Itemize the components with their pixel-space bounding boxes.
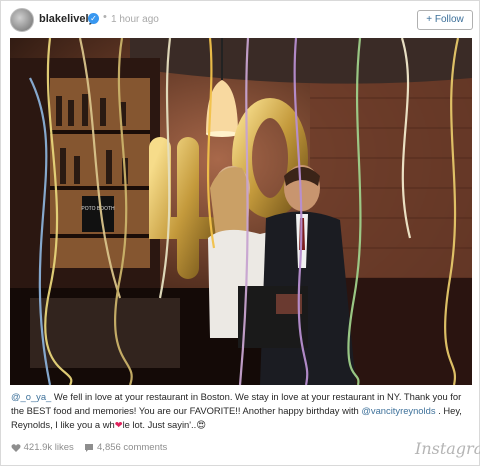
shelf-sign: POTO BOOTH	[81, 206, 115, 212]
heart-eyes-emoji-icon: 😍	[196, 419, 207, 430]
username[interactable]: blakelively	[39, 13, 95, 25]
post-card: blakelively ✓ • 1 hour ago + Follow POTO…	[0, 0, 480, 466]
verified-badge-icon: ✓	[88, 13, 99, 24]
post-caption: @_o_ya_ We fell in love at your restaura…	[11, 390, 473, 432]
mention-link[interactable]: @_o_ya_	[11, 391, 51, 402]
separator-dot: •	[103, 11, 107, 23]
mention-link[interactable]: @vancityreynolds	[361, 405, 435, 416]
follow-button[interactable]: + Follow	[417, 10, 473, 30]
heart-emoji-icon: ❤	[114, 419, 123, 430]
comments-count[interactable]: 4,856 comments	[97, 442, 167, 453]
post-header: blakelively ✓ • 1 hour ago + Follow	[1, 1, 479, 37]
photo-scene: POTO BOOTH	[10, 38, 472, 385]
avatar[interactable]	[10, 8, 34, 32]
timestamp: 1 hour ago	[111, 14, 159, 25]
like-heart-icon[interactable]	[11, 443, 21, 453]
caption-text-3: le lot. Just sayin'..	[122, 419, 197, 430]
comment-bubble-icon[interactable]	[84, 443, 94, 453]
post-stats: 421.9k likes 4,856 comments	[11, 442, 167, 456]
instagram-logo[interactable]: Instagram	[415, 439, 480, 458]
post-photo[interactable]: POTO BOOTH	[10, 38, 472, 385]
likes-count[interactable]: 421.9k likes	[24, 442, 74, 453]
